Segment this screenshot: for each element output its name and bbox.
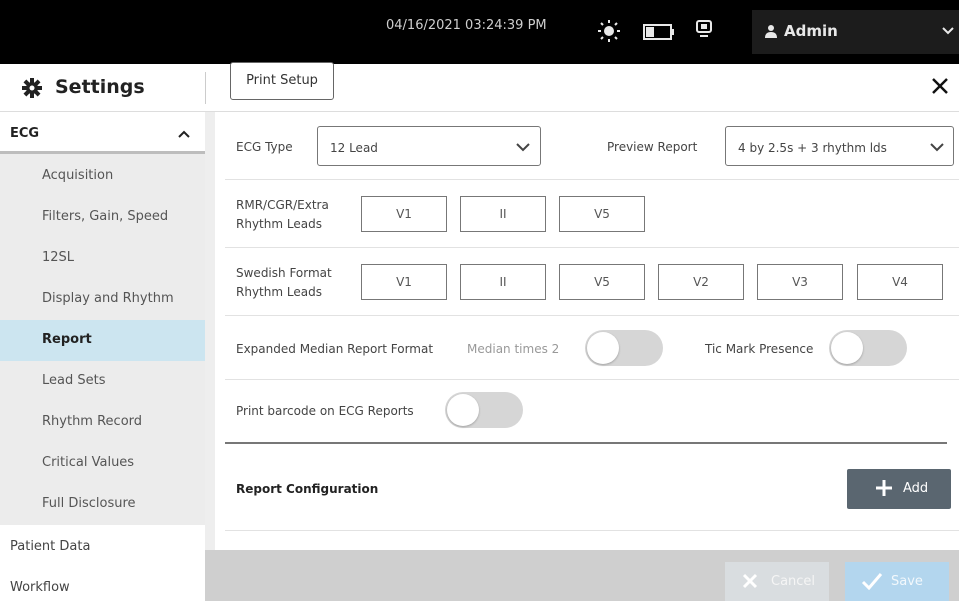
rmr-label-line1: RMR/CGR/Extra	[236, 198, 329, 212]
sidebar-item-filters[interactable]: Filters, Gain, Speed	[0, 197, 205, 238]
rmr-rhythm-leads-row: RMR/CGR/Extra Rhythm Leads V1 II V5	[225, 180, 959, 248]
close-icon	[742, 573, 758, 589]
toggle-knob	[447, 394, 479, 426]
swedish-label-line2: Rhythm Leads	[236, 285, 322, 299]
network-icon[interactable]	[695, 20, 713, 38]
barcode-toggle[interactable]	[445, 392, 523, 428]
preview-report-select[interactable]: 4 by 2.5s + 3 rhythm lds	[725, 126, 954, 166]
sidebar-item-label: Lead Sets	[42, 373, 106, 388]
checkmark-icon	[861, 573, 883, 590]
rmr-lead-3[interactable]: V5	[559, 196, 645, 232]
sidebar-item-label: Patient Data	[10, 539, 91, 554]
gear-icon	[22, 78, 42, 98]
ecg-type-value: 12 Lead	[330, 141, 378, 155]
user-menu-button[interactable]: Admin	[752, 10, 959, 54]
save-button[interactable]: Save	[845, 562, 949, 601]
swedish-lead-2[interactable]: II	[460, 264, 546, 300]
barcode-row: Print barcode on ECG Reports	[225, 380, 959, 442]
settings-sidebar: ECG Acquisition Filters, Gain, Speed 12S…	[0, 112, 205, 601]
chevron-down-icon	[516, 143, 530, 152]
battery-icon	[643, 24, 674, 40]
footer-bar: Cancel Save	[205, 550, 959, 601]
preview-report-label: Preview Report	[607, 140, 698, 154]
sidebar-item-12sl[interactable]: 12SL	[0, 238, 205, 279]
cancel-button[interactable]: Cancel	[725, 562, 829, 601]
sidebar-item-label: Full Disclosure	[42, 496, 136, 511]
swedish-lead-4[interactable]: V2	[658, 264, 744, 300]
sidebar-item-label: Filters, Gain, Speed	[42, 209, 169, 224]
sidebar-item-full-disclosure[interactable]: Full Disclosure	[0, 484, 205, 525]
sidebar-item-patient-data[interactable]: Patient Data	[0, 525, 205, 566]
preview-report-value: 4 by 2.5s + 3 rhythm lds	[738, 141, 887, 155]
swedish-label-line1: Swedish Format	[236, 266, 332, 280]
ecg-type-label: ECG Type	[236, 140, 293, 154]
save-label: Save	[891, 574, 923, 589]
page-title: Settings	[55, 76, 145, 98]
user-name: Admin	[784, 22, 838, 40]
sidebar-item-label: 12SL	[42, 250, 75, 265]
brightness-icon[interactable]	[598, 20, 620, 42]
expanded-median-label: Expanded Median Report Format	[236, 342, 434, 356]
ecg-type-select[interactable]: 12 Lead	[317, 126, 541, 166]
rmr-label-line2: Rhythm Leads	[236, 217, 322, 231]
barcode-label: Print barcode on ECG Reports	[236, 404, 414, 418]
close-icon[interactable]	[930, 76, 950, 96]
sidebar-item-lead-sets[interactable]: Lead Sets	[0, 361, 205, 402]
sidebar-item-label: Rhythm Record	[42, 414, 143, 429]
sidebar-item-rhythm-record[interactable]: Rhythm Record	[0, 402, 205, 443]
sidebar-submenu: Acquisition Filters, Gain, Speed 12SL Di…	[0, 154, 205, 531]
user-icon	[765, 25, 777, 38]
median-times-toggle[interactable]	[585, 330, 663, 366]
status-bar: 04/16/2021 03:24:39 PM Admin	[0, 0, 959, 64]
toggle-knob	[831, 332, 863, 364]
sidebar-item-report[interactable]: Report	[0, 320, 205, 361]
sidebar-item-label: Report	[42, 332, 92, 347]
main-content: ECG Type 12 Lead Preview Report 4 by 2.5…	[205, 112, 959, 601]
ecg-type-row: ECG Type 12 Lead Preview Report 4 by 2.5…	[225, 112, 959, 180]
sidebar-item-label: Acquisition	[42, 168, 114, 183]
swedish-lead-6[interactable]: V4	[857, 264, 943, 300]
sidebar-item-display-rhythm[interactable]: Display and Rhythm	[0, 279, 205, 320]
sidebar-item-critical-values[interactable]: Critical Values	[0, 443, 205, 484]
swedish-lead-1[interactable]: V1	[361, 264, 447, 300]
chevron-up-icon	[178, 130, 190, 138]
report-config-divider	[225, 442, 947, 444]
section-divider	[225, 530, 959, 531]
swedish-lead-5[interactable]: V3	[757, 264, 843, 300]
expanded-median-row: Expanded Median Report Format Median tim…	[225, 316, 959, 380]
cancel-label: Cancel	[771, 574, 816, 589]
sidebar-item-workflow[interactable]: Workflow	[0, 566, 205, 601]
swedish-lead-3[interactable]: V5	[559, 264, 645, 300]
report-configuration-label: Report Configuration	[236, 482, 379, 496]
rmr-lead-1[interactable]: V1	[361, 196, 447, 232]
settings-header: Settings	[0, 64, 959, 112]
add-button-label: Add	[903, 481, 929, 496]
tic-mark-label: Tic Mark Presence	[705, 342, 814, 356]
datetime-display: 04/16/2021 03:24:39 PM	[386, 18, 547, 33]
add-report-config-button[interactable]: Add	[847, 469, 951, 509]
sidebar-item-label: Critical Values	[42, 455, 135, 470]
header-divider	[205, 72, 206, 104]
median-times-label: Median times 2	[467, 342, 560, 356]
sidebar-item-label: Display and Rhythm	[42, 291, 174, 306]
sidebar-section-ecg[interactable]: ECG	[0, 112, 205, 154]
chevron-down-icon	[930, 143, 944, 152]
sidebar-section-label: ECG	[10, 126, 40, 141]
tic-mark-toggle[interactable]	[829, 330, 907, 366]
print-setup-button[interactable]: Print Setup	[230, 62, 334, 100]
sidebar-item-label: Workflow	[10, 580, 70, 595]
rmr-lead-2[interactable]: II	[460, 196, 546, 232]
chevron-down-icon	[942, 27, 954, 35]
swedish-rhythm-leads-row: Swedish Format Rhythm Leads V1 II V5 V2 …	[225, 248, 959, 316]
plus-icon	[876, 480, 892, 496]
toggle-knob	[587, 332, 619, 364]
sidebar-item-acquisition[interactable]: Acquisition	[0, 156, 205, 197]
